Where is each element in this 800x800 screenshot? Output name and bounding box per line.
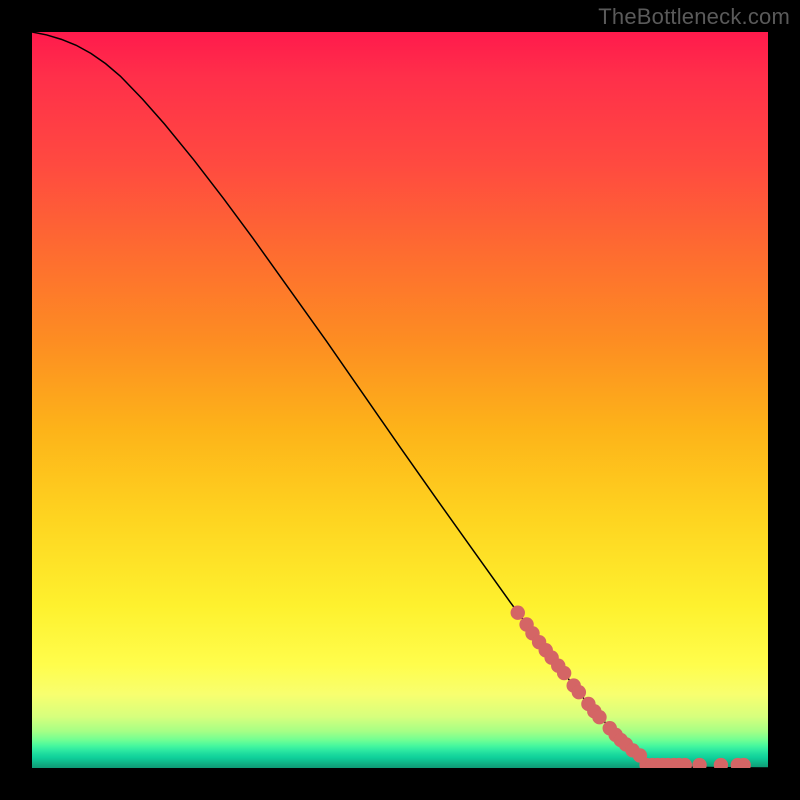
curve-line	[32, 32, 768, 768]
scatter-upper	[511, 606, 648, 763]
chart-container: TheBottleneck.com	[0, 0, 800, 800]
data-point	[592, 710, 606, 724]
data-point	[572, 685, 586, 699]
watermark-text: TheBottleneck.com	[598, 4, 790, 30]
data-point	[557, 666, 571, 680]
data-point	[511, 606, 525, 620]
chart-svg	[32, 32, 768, 768]
scatter-lower	[639, 758, 751, 768]
data-point	[692, 758, 706, 768]
data-point	[714, 758, 728, 768]
plot-area	[32, 32, 768, 768]
